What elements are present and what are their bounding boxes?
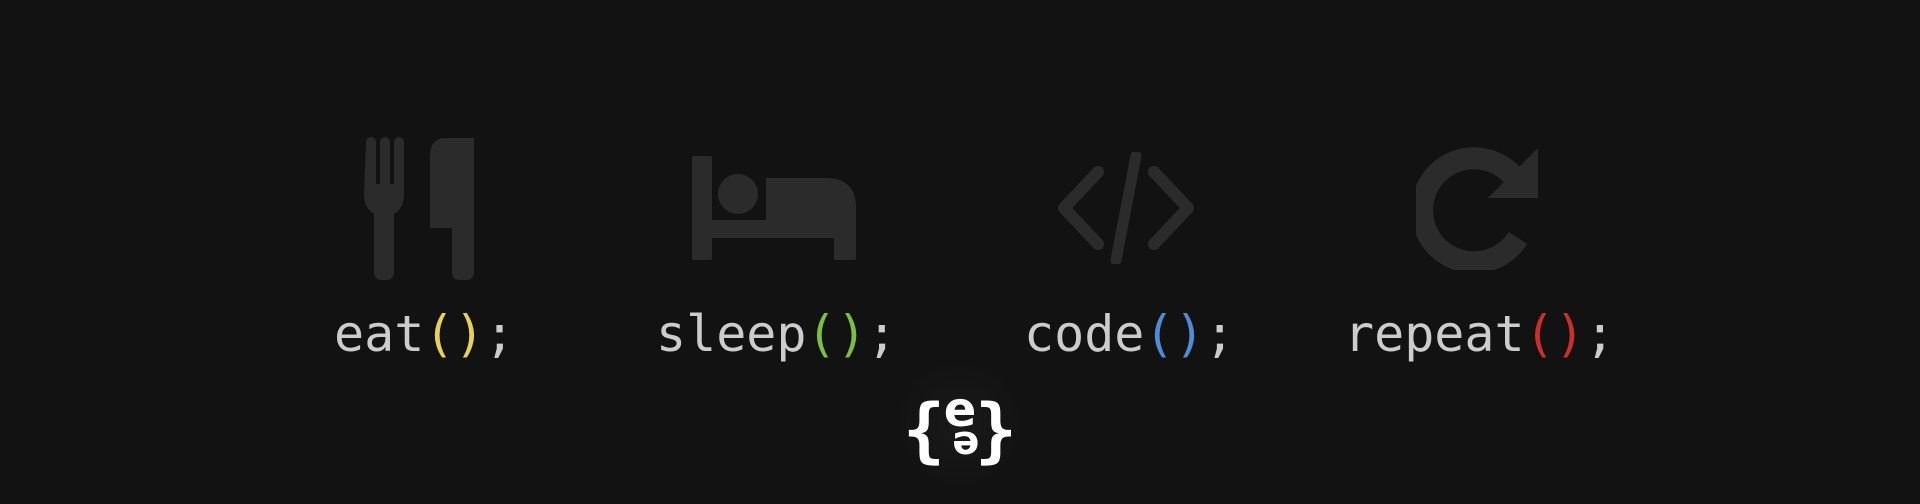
repeat-label: repeat(); — [1344, 304, 1615, 364]
open-paren: ( — [806, 305, 837, 363]
semicolon: ; — [1204, 305, 1235, 363]
close-paren: ) — [1554, 305, 1585, 363]
code-label: code(); — [1024, 304, 1235, 364]
code-brackets-icon — [1054, 152, 1198, 264]
semicolon: ; — [1584, 305, 1615, 363]
open-paren: ( — [424, 305, 455, 363]
eat-label: eat(); — [334, 304, 515, 364]
open-paren: ( — [1144, 305, 1175, 363]
logo-left-brace: { — [903, 389, 945, 471]
function-name: repeat — [1344, 305, 1525, 363]
curly-brace-logo: { e ə } — [880, 358, 1040, 500]
function-name: eat — [334, 305, 425, 363]
semicolon: ; — [484, 305, 515, 363]
bed-icon — [692, 156, 856, 260]
sleep-label: sleep(); — [656, 304, 897, 364]
close-paren: ) — [836, 305, 867, 363]
redo-icon — [1416, 146, 1540, 270]
function-name: sleep — [656, 305, 807, 363]
fork-knife-icon — [362, 136, 480, 280]
logo-right-brace: } — [975, 389, 1017, 471]
close-paren: ) — [1174, 305, 1205, 363]
open-paren: ( — [1524, 305, 1555, 363]
function-name: code — [1024, 305, 1145, 363]
close-paren: ) — [454, 305, 485, 363]
semicolon: ; — [866, 305, 897, 363]
